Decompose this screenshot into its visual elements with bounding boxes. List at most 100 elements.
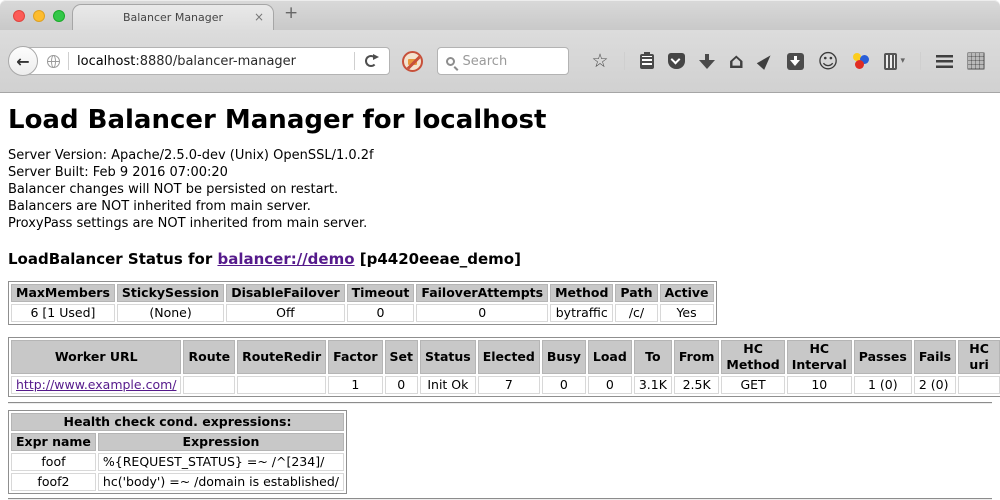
col-timeout: Timeout xyxy=(347,284,415,302)
divider xyxy=(8,402,992,404)
notice-line: Balancer changes will NOT be persisted o… xyxy=(8,181,992,198)
cell-routeredir xyxy=(237,376,326,394)
cell-from: 2.5K xyxy=(674,376,720,394)
chevron-down-icon[interactable]: ▾ xyxy=(900,56,905,66)
cell-fails: 2 (0) xyxy=(914,376,956,394)
col-to: To xyxy=(634,340,672,374)
back-button[interactable]: ← xyxy=(8,46,38,76)
cell-expr-name: foof xyxy=(11,453,96,471)
server-info: Server Version: Apache/2.5.0-dev (Unix) … xyxy=(8,147,992,232)
menu-icon[interactable] xyxy=(936,55,953,68)
table-header-row: Worker URL Route RouteRedir Factor Set S… xyxy=(11,340,1000,374)
table-row: foof %{REQUEST_STATUS} =~ /^[234]/ xyxy=(11,453,344,471)
cell-factor: 1 xyxy=(328,376,382,394)
col-worker-url: Worker URL xyxy=(11,340,181,374)
search-input[interactable] xyxy=(461,53,551,70)
col-fails: Fails xyxy=(914,340,956,374)
cell-busy: 0 xyxy=(542,376,586,394)
url-bar[interactable]: localhost:8880/balancer-manager xyxy=(22,47,390,75)
emoji-extension-icon[interactable]: ☺ xyxy=(818,51,839,71)
cell-route xyxy=(183,376,235,394)
close-window-button[interactable] xyxy=(13,10,25,22)
col-stickysession: StickySession xyxy=(117,284,224,302)
video-download-extension-icon[interactable] xyxy=(787,53,804,70)
globe-icon[interactable] xyxy=(47,55,60,68)
col-load: Load xyxy=(588,340,632,374)
page-content: Load Balancer Manager for localhost Serv… xyxy=(0,105,1000,500)
col-status: Status xyxy=(420,340,476,374)
tab-balancer-manager[interactable]: Balancer Manager × xyxy=(72,4,274,30)
col-active: Active xyxy=(660,284,714,302)
cell-elected: 7 xyxy=(478,376,540,394)
back-arrow-icon: ← xyxy=(16,52,29,71)
colored-dots-extension-icon[interactable] xyxy=(852,52,870,70)
cell-failoverattempts: 0 xyxy=(416,304,548,322)
col-elected: Elected xyxy=(478,340,540,374)
cell-maxmembers: 6 [1 Used] xyxy=(11,304,115,322)
grid-extension-icon[interactable] xyxy=(967,52,985,70)
home-icon[interactable]: ⌂ xyxy=(729,51,744,71)
reload-icon[interactable] xyxy=(365,55,377,67)
col-expression: Expression xyxy=(98,433,344,451)
health-check-table: Health check cond. expressions: Expr nam… xyxy=(8,410,347,494)
cell-hc-interval: 10 xyxy=(787,376,852,394)
col-route: Route xyxy=(183,340,235,374)
search-bar[interactable] xyxy=(437,47,569,75)
col-passes: Passes xyxy=(854,340,912,374)
col-failoverattempts: FailoverAttempts xyxy=(416,284,548,302)
col-hc-uri: HC uri xyxy=(958,340,1000,374)
tab-close-icon[interactable]: × xyxy=(254,10,264,24)
divider xyxy=(68,52,69,70)
col-factor: Factor xyxy=(328,340,382,374)
col-set: Set xyxy=(385,340,418,374)
table-caption-row: Health check cond. expressions: xyxy=(11,413,344,431)
table-row: http://www.example.com/ 1 0 Init Ok 7 0 … xyxy=(11,376,1000,394)
heading-prefix: LoadBalancer Status for xyxy=(8,250,217,268)
window-controls xyxy=(13,10,65,22)
url-text[interactable]: localhost:8880/balancer-manager xyxy=(77,54,296,69)
table-header-row: Expr name Expression xyxy=(11,433,344,451)
col-maxmembers: MaxMembers xyxy=(11,284,115,302)
zoom-window-button[interactable] xyxy=(53,10,65,22)
tab-title: Balancer Manager xyxy=(123,11,223,24)
url-domain: localhost xyxy=(77,54,135,69)
downloads-icon[interactable] xyxy=(699,54,715,69)
cell-hc-method: GET xyxy=(721,376,784,394)
browser-chrome: Balancer Manager × + ← localhost:8880/ba… xyxy=(0,0,1000,93)
cell-path: /c/ xyxy=(615,304,657,322)
cell-status: Init Ok xyxy=(420,376,476,394)
minimize-window-button[interactable] xyxy=(33,10,45,22)
bookmark-star-icon[interactable]: ☆ xyxy=(592,52,609,71)
col-from: From xyxy=(674,340,720,374)
worker-url-link[interactable]: http://www.example.com/ xyxy=(16,377,176,392)
col-busy: Busy xyxy=(542,340,586,374)
balancer-demo-link[interactable]: balancer://demo xyxy=(217,250,354,268)
col-hc-interval: HC Interval xyxy=(787,340,852,374)
plugin-blocked-icon[interactable] xyxy=(402,51,423,72)
pocket-icon[interactable] xyxy=(668,53,685,69)
cell-expr-name: foof2 xyxy=(11,473,96,491)
cell-to: 3.1K xyxy=(634,376,672,394)
page-title: Load Balancer Manager for localhost xyxy=(8,105,992,135)
table-row: foof2 hc('body') =~ /domain is establish… xyxy=(11,473,344,491)
divider xyxy=(354,52,355,70)
library-icon[interactable] xyxy=(640,54,654,69)
cell-passes: 1 (0) xyxy=(854,376,912,394)
col-routeredir: RouteRedir xyxy=(237,340,326,374)
cell-method: bytraffic xyxy=(550,304,613,322)
col-hc-method: HC Method xyxy=(721,340,784,374)
divider xyxy=(920,52,921,70)
search-magnifier-icon[interactable] xyxy=(446,57,455,66)
col-method: Method xyxy=(550,284,613,302)
server-built-line: Server Built: Feb 9 2016 07:00:20 xyxy=(8,164,992,181)
send-tab-icon[interactable] xyxy=(756,52,773,70)
cell-hc-uri xyxy=(958,376,1000,394)
cell-expression: %{REQUEST_STATUS} =~ /^[234]/ xyxy=(98,453,344,471)
battery-extension-icon[interactable] xyxy=(884,53,897,70)
new-tab-button[interactable]: + xyxy=(284,3,298,23)
cell-stickysession: (None) xyxy=(117,304,224,322)
heading-suffix: [p4420eeae_demo] xyxy=(355,250,521,268)
col-path: Path xyxy=(615,284,657,302)
health-table-caption: Health check cond. expressions: xyxy=(11,413,344,431)
notice-line: ProxyPass settings are NOT inherited fro… xyxy=(8,215,992,232)
